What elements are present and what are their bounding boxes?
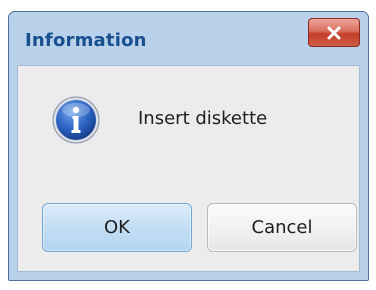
dialog-content: Insert diskette OK Cancel	[17, 65, 360, 272]
dialog-title: Information	[25, 30, 147, 51]
dialog-message: Insert diskette	[138, 108, 268, 129]
close-icon	[327, 26, 341, 39]
ok-button[interactable]: OK	[42, 203, 192, 252]
dialog-titlebar[interactable]: Information	[9, 12, 368, 65]
cancel-button[interactable]: Cancel	[207, 203, 357, 252]
close-button[interactable]	[308, 18, 360, 47]
information-dialog: Information Insert diskette OK Cancel	[8, 11, 369, 281]
information-icon	[52, 96, 100, 144]
